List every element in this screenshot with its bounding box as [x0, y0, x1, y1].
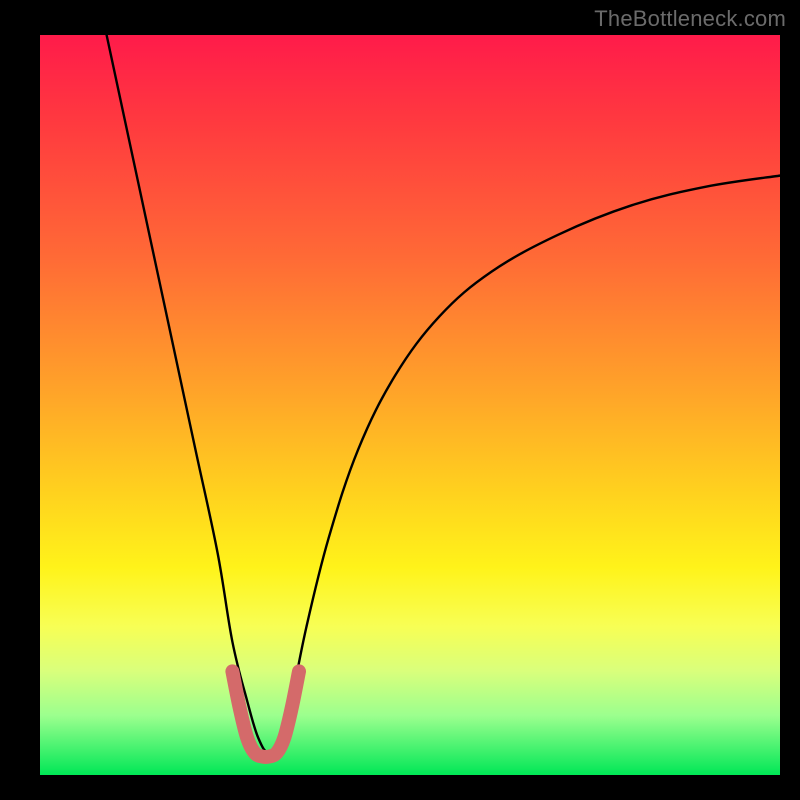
chart-frame: TheBottleneck.com — [0, 0, 800, 800]
curve-layer — [40, 35, 780, 775]
plot-area — [40, 35, 780, 775]
watermark-text: TheBottleneck.com — [594, 6, 786, 32]
bottleneck-curve — [107, 35, 780, 753]
